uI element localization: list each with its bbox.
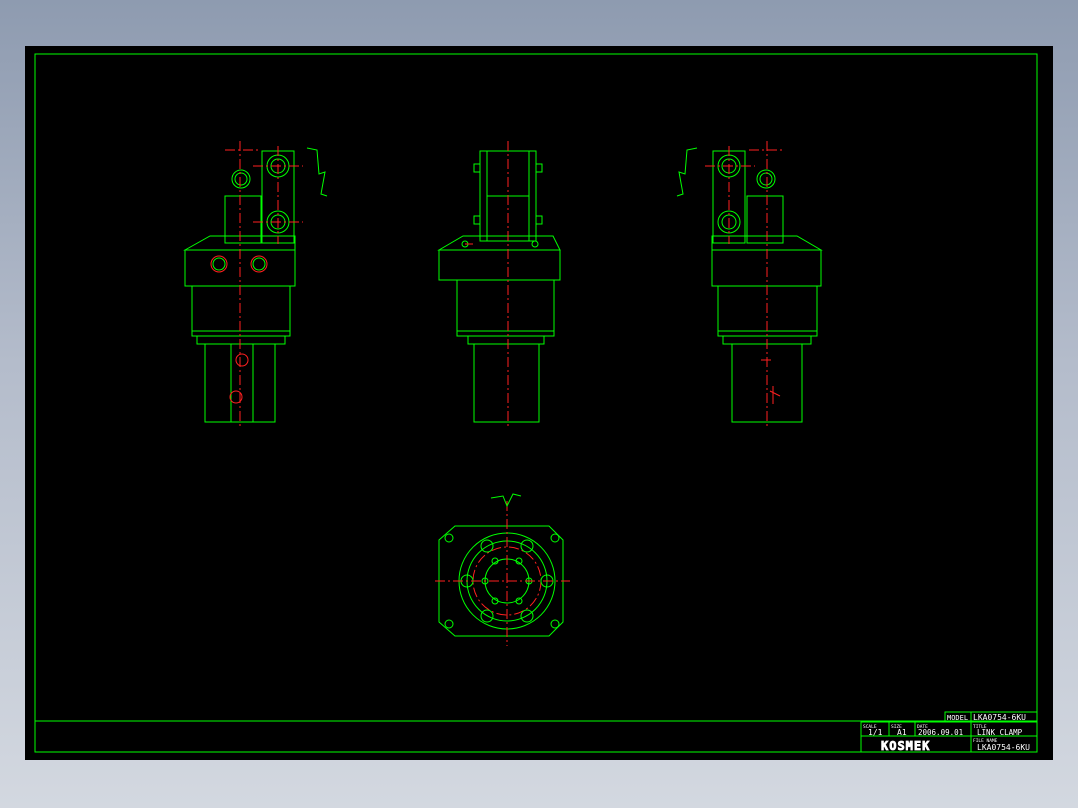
size-value: A1 bbox=[897, 728, 907, 737]
front-view bbox=[437, 141, 561, 428]
cad-drawing: .g{stroke:#00ff00;fill:none;stroke-width… bbox=[34, 53, 1038, 753]
model-value: LKA0754-6KU bbox=[973, 713, 1026, 722]
date-value: 2006.09.01 bbox=[918, 728, 963, 737]
company-logo: KOSMEK bbox=[881, 739, 930, 753]
bottom-view bbox=[435, 493, 570, 646]
scale-value: 1/1 bbox=[868, 728, 883, 737]
title-block: MODEL LKA0754-6KU SCALE 1/1 SIZE A1 DATE… bbox=[860, 711, 1038, 753]
left-side-view bbox=[183, 141, 328, 426]
model-label: MODEL bbox=[947, 714, 968, 722]
right-side-view bbox=[676, 141, 823, 426]
drawing-sheet: .g{stroke:#00ff00;fill:none;stroke-width… bbox=[25, 46, 1053, 760]
filename-value: LKA0754-6KU bbox=[977, 743, 1030, 752]
title-value: LINK CLAMP bbox=[977, 728, 1023, 737]
